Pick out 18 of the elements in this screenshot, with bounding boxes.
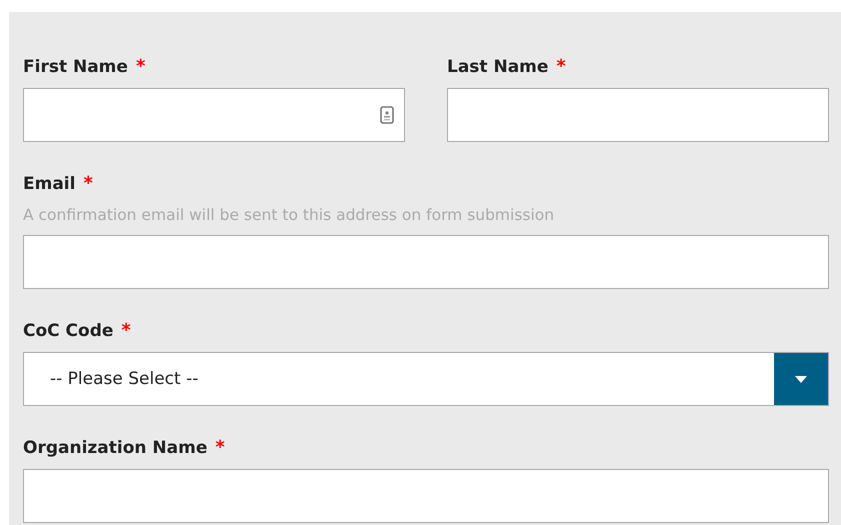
required-asterisk: * [121, 320, 131, 342]
field-label: First Name [23, 56, 128, 78]
field-hint: A confirmation email will be sent to this address on form submission [23, 205, 556, 226]
select-field[interactable]: -- Please Select -- [23, 352, 829, 406]
field-label: Email [23, 173, 76, 195]
required-asterisk: * [215, 437, 225, 459]
caret-icon [795, 376, 807, 382]
input-field[interactable] [23, 469, 829, 523]
required-asterisk: * [556, 56, 566, 78]
field-label: CoC Code [23, 320, 114, 342]
contact-card-icon[interactable] [380, 106, 394, 124]
input-field[interactable] [447, 88, 829, 142]
required-asterisk: * [136, 56, 146, 78]
required-asterisk: * [83, 173, 93, 195]
field-label: Organization Name [23, 437, 208, 459]
field-label: Last Name [447, 56, 548, 78]
input-field[interactable] [23, 88, 405, 142]
input-field[interactable] [23, 235, 829, 289]
